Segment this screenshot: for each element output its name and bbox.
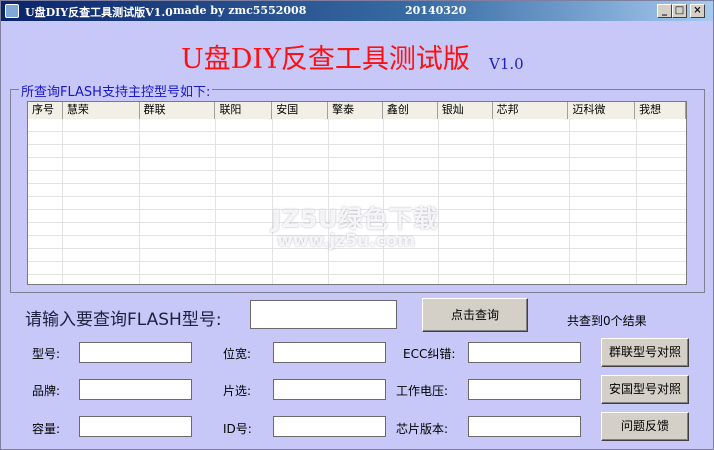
- column-header-phison[interactable]: 群联: [139, 102, 216, 119]
- chipversion-field[interactable]: [468, 416, 581, 437]
- maximize-button[interactable]: □: [672, 4, 687, 18]
- model-label: 型号:: [32, 347, 61, 361]
- grid-line: [569, 119, 570, 284]
- window-author: made by zmc5552008: [173, 4, 307, 17]
- groupbox-legend: 所查询FLASH支持主控型号如下:: [19, 81, 213, 100]
- flash-model-search-input[interactable]: [250, 300, 397, 329]
- feedback-button[interactable]: 问题反馈: [601, 412, 689, 441]
- column-header-other[interactable]: 我想: [635, 102, 686, 119]
- grid-line: [493, 119, 494, 284]
- main-window: U盘DIY反查工具测试版V1.0 made by zmc5552008 2014…: [0, 0, 714, 450]
- capacity-label: 容量:: [32, 422, 61, 436]
- title-bar[interactable]: U盘DIY反查工具测试版V1.0 made by zmc5552008 2014…: [1, 1, 713, 21]
- app-heading: U盘DIY反查工具测试版: [181, 44, 470, 75]
- phison-model-compare-button[interactable]: 群联型号对照: [601, 338, 689, 367]
- id-field[interactable]: [273, 416, 386, 437]
- grid-line: [139, 119, 140, 284]
- grid-line: [636, 119, 637, 284]
- brand-label: 品牌:: [32, 384, 61, 398]
- model-field[interactable]: [79, 342, 192, 363]
- close-button[interactable]: ×: [690, 4, 705, 18]
- ecc-field[interactable]: [468, 342, 581, 363]
- column-header-smi[interactable]: 慧荣: [62, 102, 140, 119]
- search-button[interactable]: 点击查询: [422, 298, 528, 332]
- chipversion-label: 芯片版本:: [396, 422, 449, 436]
- search-label: 请输入要查询FLASH型号:: [25, 310, 222, 330]
- column-header-chipsbank[interactable]: 芯邦: [492, 102, 569, 119]
- watermark-brand: JZ5U绿色下载: [272, 205, 439, 233]
- listview-header: 序号 慧荣 群联 联阳 安国 擎泰 鑫创 银灿 芯邦 迈科微 我想: [28, 102, 686, 119]
- minimize-button[interactable]: _: [657, 4, 672, 18]
- column-header-index[interactable]: 序号: [28, 102, 63, 119]
- column-header-innostor[interactable]: 银灿: [437, 102, 493, 119]
- ecc-label: ECC纠错:: [403, 347, 456, 361]
- grid-line: [215, 119, 216, 284]
- chipselect-label: 片选:: [223, 384, 252, 398]
- column-header-alcor[interactable]: 安国: [272, 102, 329, 119]
- column-header-icreate[interactable]: 鑫创: [382, 102, 438, 119]
- controller-listview[interactable]: 序号 慧荣 群联 联阳 安国 擎泰 鑫创 银灿 芯邦 迈科微 我想: [27, 101, 687, 285]
- chipselect-field[interactable]: [273, 379, 386, 400]
- bitwidth-label: 位宽:: [223, 347, 252, 361]
- column-header-skymedi[interactable]: 擎泰: [328, 102, 383, 119]
- alcor-model-compare-button[interactable]: 安国型号对照: [601, 375, 689, 404]
- voltage-label: 工作电压:: [396, 384, 449, 398]
- window-title: U盘DIY反查工具测试版V1.0: [25, 6, 173, 19]
- result-count: 共查到0个结果: [567, 314, 647, 328]
- brand-field[interactable]: [79, 379, 192, 400]
- column-header-ite[interactable]: 联阳: [215, 102, 273, 119]
- watermark-url: www.jz5u.com: [277, 231, 416, 251]
- column-header-mxtronics[interactable]: 迈科微: [568, 102, 636, 119]
- app-version: V1.0: [489, 55, 524, 73]
- app-icon[interactable]: [5, 4, 19, 18]
- bitwidth-field[interactable]: [273, 342, 386, 363]
- window-date: 20140320: [405, 4, 467, 17]
- capacity-field[interactable]: [79, 416, 192, 437]
- grid-line: [62, 119, 63, 284]
- id-label: ID号:: [223, 422, 252, 436]
- voltage-field[interactable]: [468, 379, 581, 400]
